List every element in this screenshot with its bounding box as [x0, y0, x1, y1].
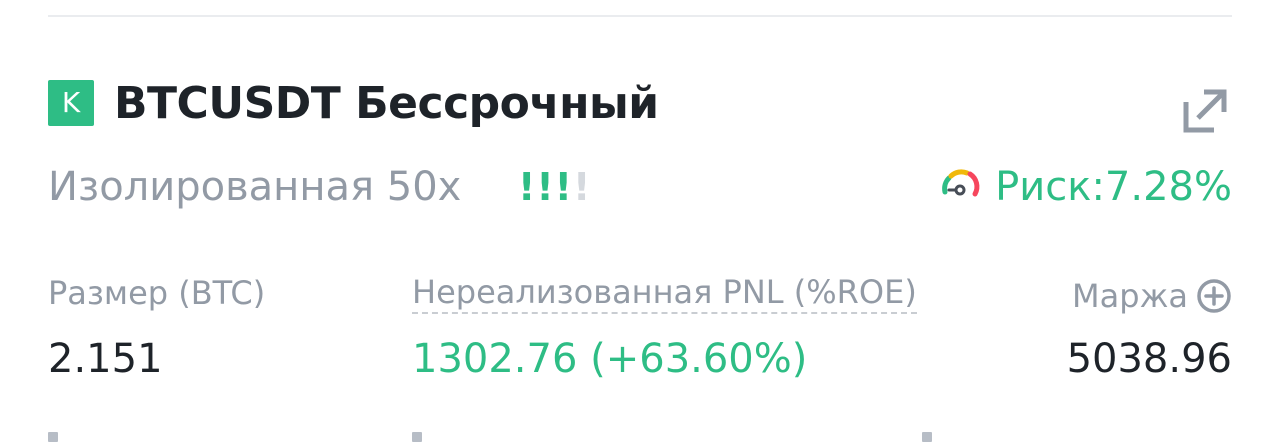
cutoff-label-stub: [48, 432, 58, 442]
symbol-title[interactable]: BTCUSDT Бессрочный: [114, 76, 659, 132]
strength-active: !!!: [518, 165, 573, 209]
risk-label: Риск:7.28%: [995, 164, 1232, 210]
risk-gauge-icon: [942, 169, 980, 197]
margin-value: 5038.96: [1066, 336, 1232, 382]
share-external-icon[interactable]: [1182, 88, 1228, 134]
strength-inactive: !: [573, 165, 592, 209]
contract-badge: K: [48, 80, 94, 126]
strength-indicator: !!!!: [518, 162, 591, 212]
position-header: K BTCUSDT Бессрочный: [48, 76, 1232, 134]
size-label: Размер (BTC): [48, 274, 266, 312]
cutoff-label-stub: [922, 432, 932, 442]
top-divider: [48, 15, 1232, 17]
next-row-cutoff: [48, 432, 1232, 442]
margin-type-leverage[interactable]: Изолированная 50x: [48, 160, 461, 214]
plus-circle-icon[interactable]: [1196, 278, 1232, 314]
margin-label: Маржа: [1072, 277, 1188, 315]
size-value: 2.151: [48, 336, 163, 382]
risk-indicator[interactable]: Риск:7.28%: [937, 160, 1232, 214]
cutoff-label-stub: [412, 432, 422, 442]
margin-label-group: Маржа: [1072, 274, 1232, 318]
pnl-label[interactable]: Нереализованная PNL (%ROE): [412, 272, 917, 314]
position-subrow: Изолированная 50x !!!! Риск:7.28%: [48, 160, 1232, 214]
pnl-value: 1302.76 (+63.60%): [412, 336, 808, 382]
